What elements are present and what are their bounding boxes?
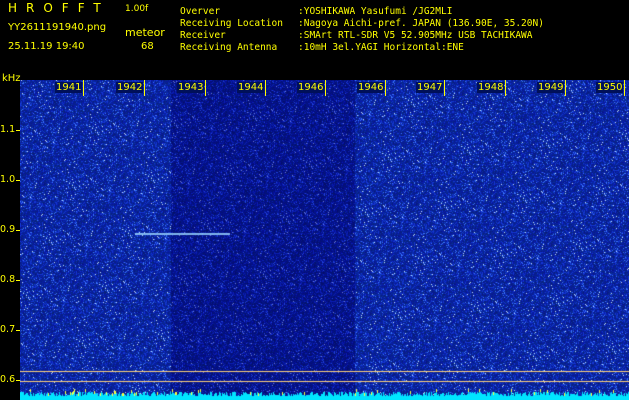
time-tick-mark	[144, 80, 145, 96]
frequency-unit-label: kHz	[2, 73, 21, 84]
time-tick-label: 1941	[55, 82, 83, 93]
time-tick-mark	[505, 80, 506, 96]
time-tick-mark	[205, 80, 206, 96]
info-value-location: :Nagoya Aichi-pref. JAPAN (136.90E, 35.2…	[298, 18, 544, 29]
meteor-label: meteor	[125, 26, 165, 39]
time-tick-label: 1942	[116, 82, 144, 93]
time-tick-label: 1948	[477, 82, 505, 93]
time-tick-mark	[444, 80, 445, 96]
time-tick-label: 1947	[416, 82, 444, 93]
time-tick-mark	[565, 80, 566, 96]
datetime-label: 25.11.19 19:40	[8, 41, 85, 52]
time-tick-mark	[83, 80, 84, 96]
time-tick-mark	[624, 80, 625, 96]
app-title: HROFFT	[8, 1, 110, 15]
time-tick-mark	[325, 80, 326, 96]
info-key-location: Receiving Location	[180, 18, 283, 29]
frequency-tick-mark	[16, 280, 20, 281]
time-tick-label: 1943	[177, 82, 205, 93]
frequency-tick-mark	[16, 230, 20, 231]
info-value-receiver: :SMArt RTL-SDR V5 52.905MHz USB TACHIKAW…	[298, 30, 533, 41]
frequency-tick-mark	[16, 180, 20, 181]
time-tick-mark	[385, 80, 386, 96]
time-tick-label: 1946	[297, 82, 325, 93]
meteor-count: 68	[141, 41, 154, 52]
time-tick-label: 1950	[596, 82, 624, 93]
time-tick-mark	[265, 80, 266, 96]
time-tick-label: 1949	[537, 82, 565, 93]
spectrogram-canvas[interactable]	[20, 80, 629, 400]
time-tick-label: 1946	[357, 82, 385, 93]
filename-label: YY2611191940.png	[8, 22, 107, 33]
time-tick-label: 1944	[237, 82, 265, 93]
info-key-receiver: Receiver	[180, 30, 226, 41]
info-key-observer: Overver	[180, 6, 221, 17]
frequency-tick-mark	[16, 380, 20, 381]
version-label: 1.00f	[125, 4, 149, 14]
frequency-tick-mark	[16, 130, 20, 131]
info-value-observer: :YOSHIKAWA Yasufumi /JG2MLI	[298, 6, 453, 17]
info-value-antenna: :10mH 3el.YAGI Horizontal:ENE	[298, 42, 464, 53]
info-key-antenna: Receiving Antenna	[180, 42, 278, 53]
frequency-tick-mark	[16, 330, 20, 331]
